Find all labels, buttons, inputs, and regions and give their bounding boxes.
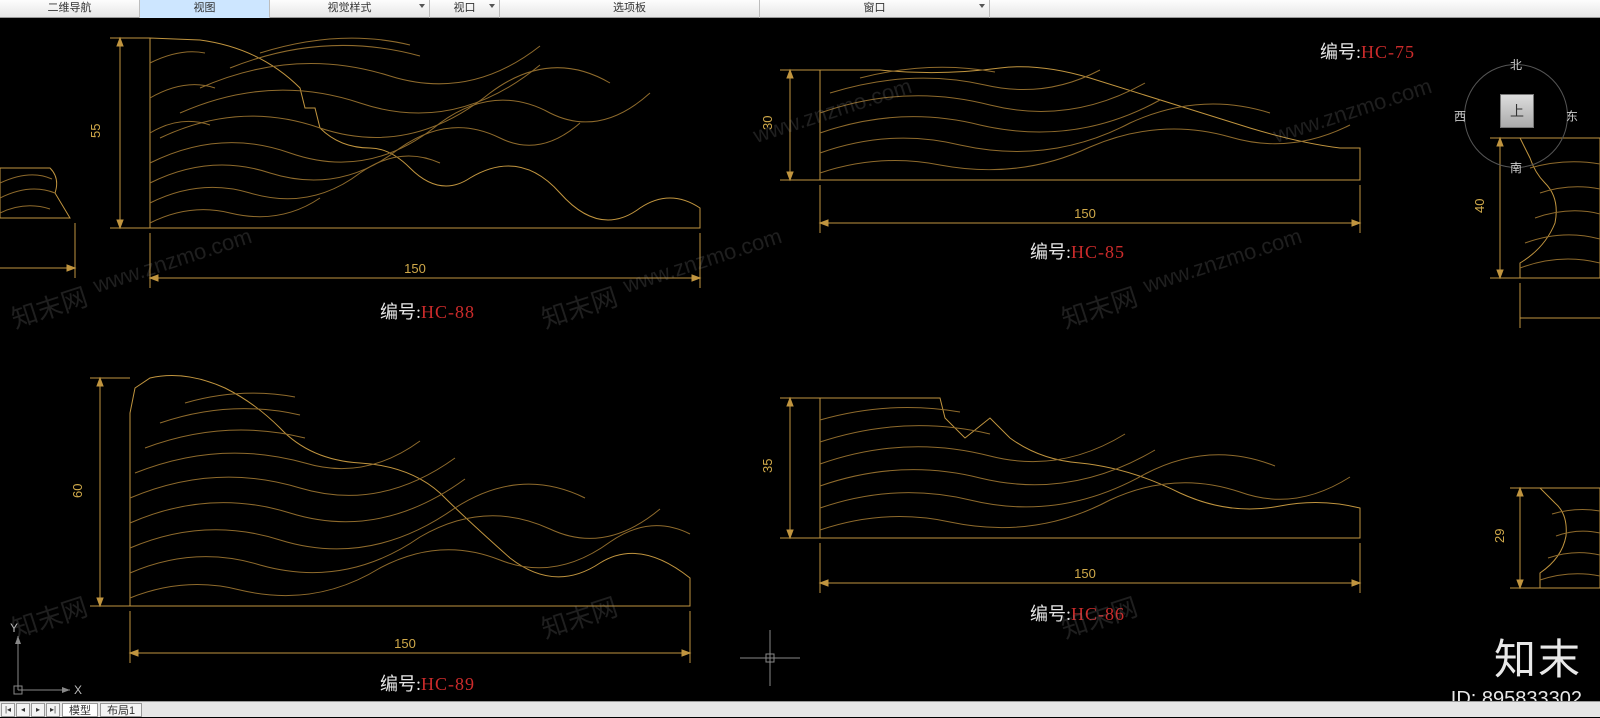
menu-bar: 二维导航 视图 视觉样式 视口 选项板 窗口 bbox=[0, 0, 1600, 18]
crosshair-cursor bbox=[740, 630, 800, 686]
dim-right2-h: 29 bbox=[1492, 529, 1507, 543]
brand-logo: 知末 bbox=[1494, 626, 1582, 687]
chevron-down-icon bbox=[489, 4, 495, 8]
view-cube-face[interactable]: 上 bbox=[1500, 94, 1534, 128]
menu-label: 视图 bbox=[194, 2, 216, 14]
label-code-hc85: HC-85 bbox=[1071, 242, 1125, 262]
profile-edge-right-2: 29 bbox=[1492, 488, 1600, 588]
label-prefix-hc88: 编号: bbox=[380, 302, 421, 322]
compass-west[interactable]: 西 bbox=[1454, 108, 1466, 125]
dim-hc85-w: 150 bbox=[1074, 206, 1096, 221]
tab-layout1[interactable]: 布局1 bbox=[100, 703, 142, 717]
compass-east[interactable]: 东 bbox=[1566, 108, 1578, 125]
tab-nav-prev[interactable]: ◂ bbox=[16, 703, 30, 717]
label-prefix-hc89: 编号: bbox=[380, 674, 421, 694]
drawing-svg: 55 150 编号:HC-88 bbox=[0, 18, 1600, 718]
layout-tabs: |◂ ◂ ▸ ▸| 模型 布局1 bbox=[0, 701, 1600, 717]
dim-hc86-h: 35 bbox=[760, 459, 775, 473]
tab-model[interactable]: 模型 bbox=[62, 703, 98, 717]
menu-viewport[interactable]: 视口 bbox=[430, 0, 500, 18]
menu-label: 选项板 bbox=[613, 2, 646, 14]
ucs-icon[interactable]: X Y bbox=[10, 621, 82, 697]
menu-label: 视觉样式 bbox=[328, 2, 372, 14]
profile-hc86: 35 150 编号:HC-86 bbox=[760, 398, 1360, 624]
svg-text:编号:HC-89: 编号:HC-89 bbox=[380, 674, 475, 694]
compass-north[interactable]: 北 bbox=[1456, 56, 1576, 73]
label-prefix-hc75: 编号: bbox=[1320, 42, 1361, 62]
label-prefix-hc85: 编号: bbox=[1030, 242, 1071, 262]
tab-nav-next[interactable]: ▸ bbox=[31, 703, 45, 717]
view-cube[interactable]: 北 南 西 东 上 bbox=[1456, 56, 1576, 176]
label-prefix-hc86: 编号: bbox=[1030, 604, 1071, 624]
axis-x-label: X bbox=[74, 683, 82, 697]
profile-hc88: 55 150 编号:HC-88 bbox=[88, 38, 700, 322]
tab-nav-first[interactable]: |◂ bbox=[1, 703, 15, 717]
menu-palette[interactable]: 选项板 bbox=[500, 0, 760, 18]
dim-hc88-w: 150 bbox=[404, 261, 426, 276]
drawing-canvas[interactable]: 55 150 编号:HC-88 bbox=[0, 18, 1600, 701]
label-code-hc88: HC-88 bbox=[421, 302, 475, 322]
profile-hc85: 30 150 编号:HC-85 bbox=[760, 67, 1360, 262]
axis-y-label: Y bbox=[10, 621, 18, 635]
svg-text:编号:HC-86: 编号:HC-86 bbox=[1030, 604, 1125, 624]
menu-label: 窗口 bbox=[864, 2, 886, 14]
dim-hc86-w: 150 bbox=[1074, 566, 1096, 581]
profile-edge-left bbox=[0, 168, 75, 278]
chevron-down-icon bbox=[419, 4, 425, 8]
svg-text:编号:HC-88: 编号:HC-88 bbox=[380, 302, 475, 322]
compass-south[interactable]: 南 bbox=[1456, 159, 1576, 176]
label-code-hc89: HC-89 bbox=[421, 674, 475, 694]
menu-label: 视口 bbox=[454, 2, 476, 14]
menu-label: 二维导航 bbox=[48, 2, 92, 14]
dim-hc85-h: 30 bbox=[760, 116, 775, 130]
menu-view[interactable]: 视图 bbox=[140, 0, 270, 18]
svg-text:编号:HC-75: 编号:HC-75 bbox=[1320, 42, 1415, 62]
menu-window[interactable]: 窗口 bbox=[760, 0, 990, 18]
label-code-hc75: HC-75 bbox=[1361, 42, 1415, 62]
menu-2d-nav[interactable]: 二维导航 bbox=[0, 0, 140, 18]
tab-nav-last[interactable]: ▸| bbox=[46, 703, 60, 717]
svg-text:编号:HC-85: 编号:HC-85 bbox=[1030, 242, 1125, 262]
dim-hc89-w: 150 bbox=[394, 636, 416, 651]
menu-visual-style[interactable]: 视觉样式 bbox=[270, 0, 430, 18]
dim-right1-h: 40 bbox=[1472, 199, 1487, 213]
profile-hc89: 60 150 编号:HC-89 bbox=[70, 376, 690, 694]
label-code-hc86: HC-86 bbox=[1071, 604, 1125, 624]
chevron-down-icon bbox=[979, 4, 985, 8]
dim-hc88-h: 55 bbox=[88, 124, 103, 138]
dim-hc89-h: 60 bbox=[70, 484, 85, 498]
